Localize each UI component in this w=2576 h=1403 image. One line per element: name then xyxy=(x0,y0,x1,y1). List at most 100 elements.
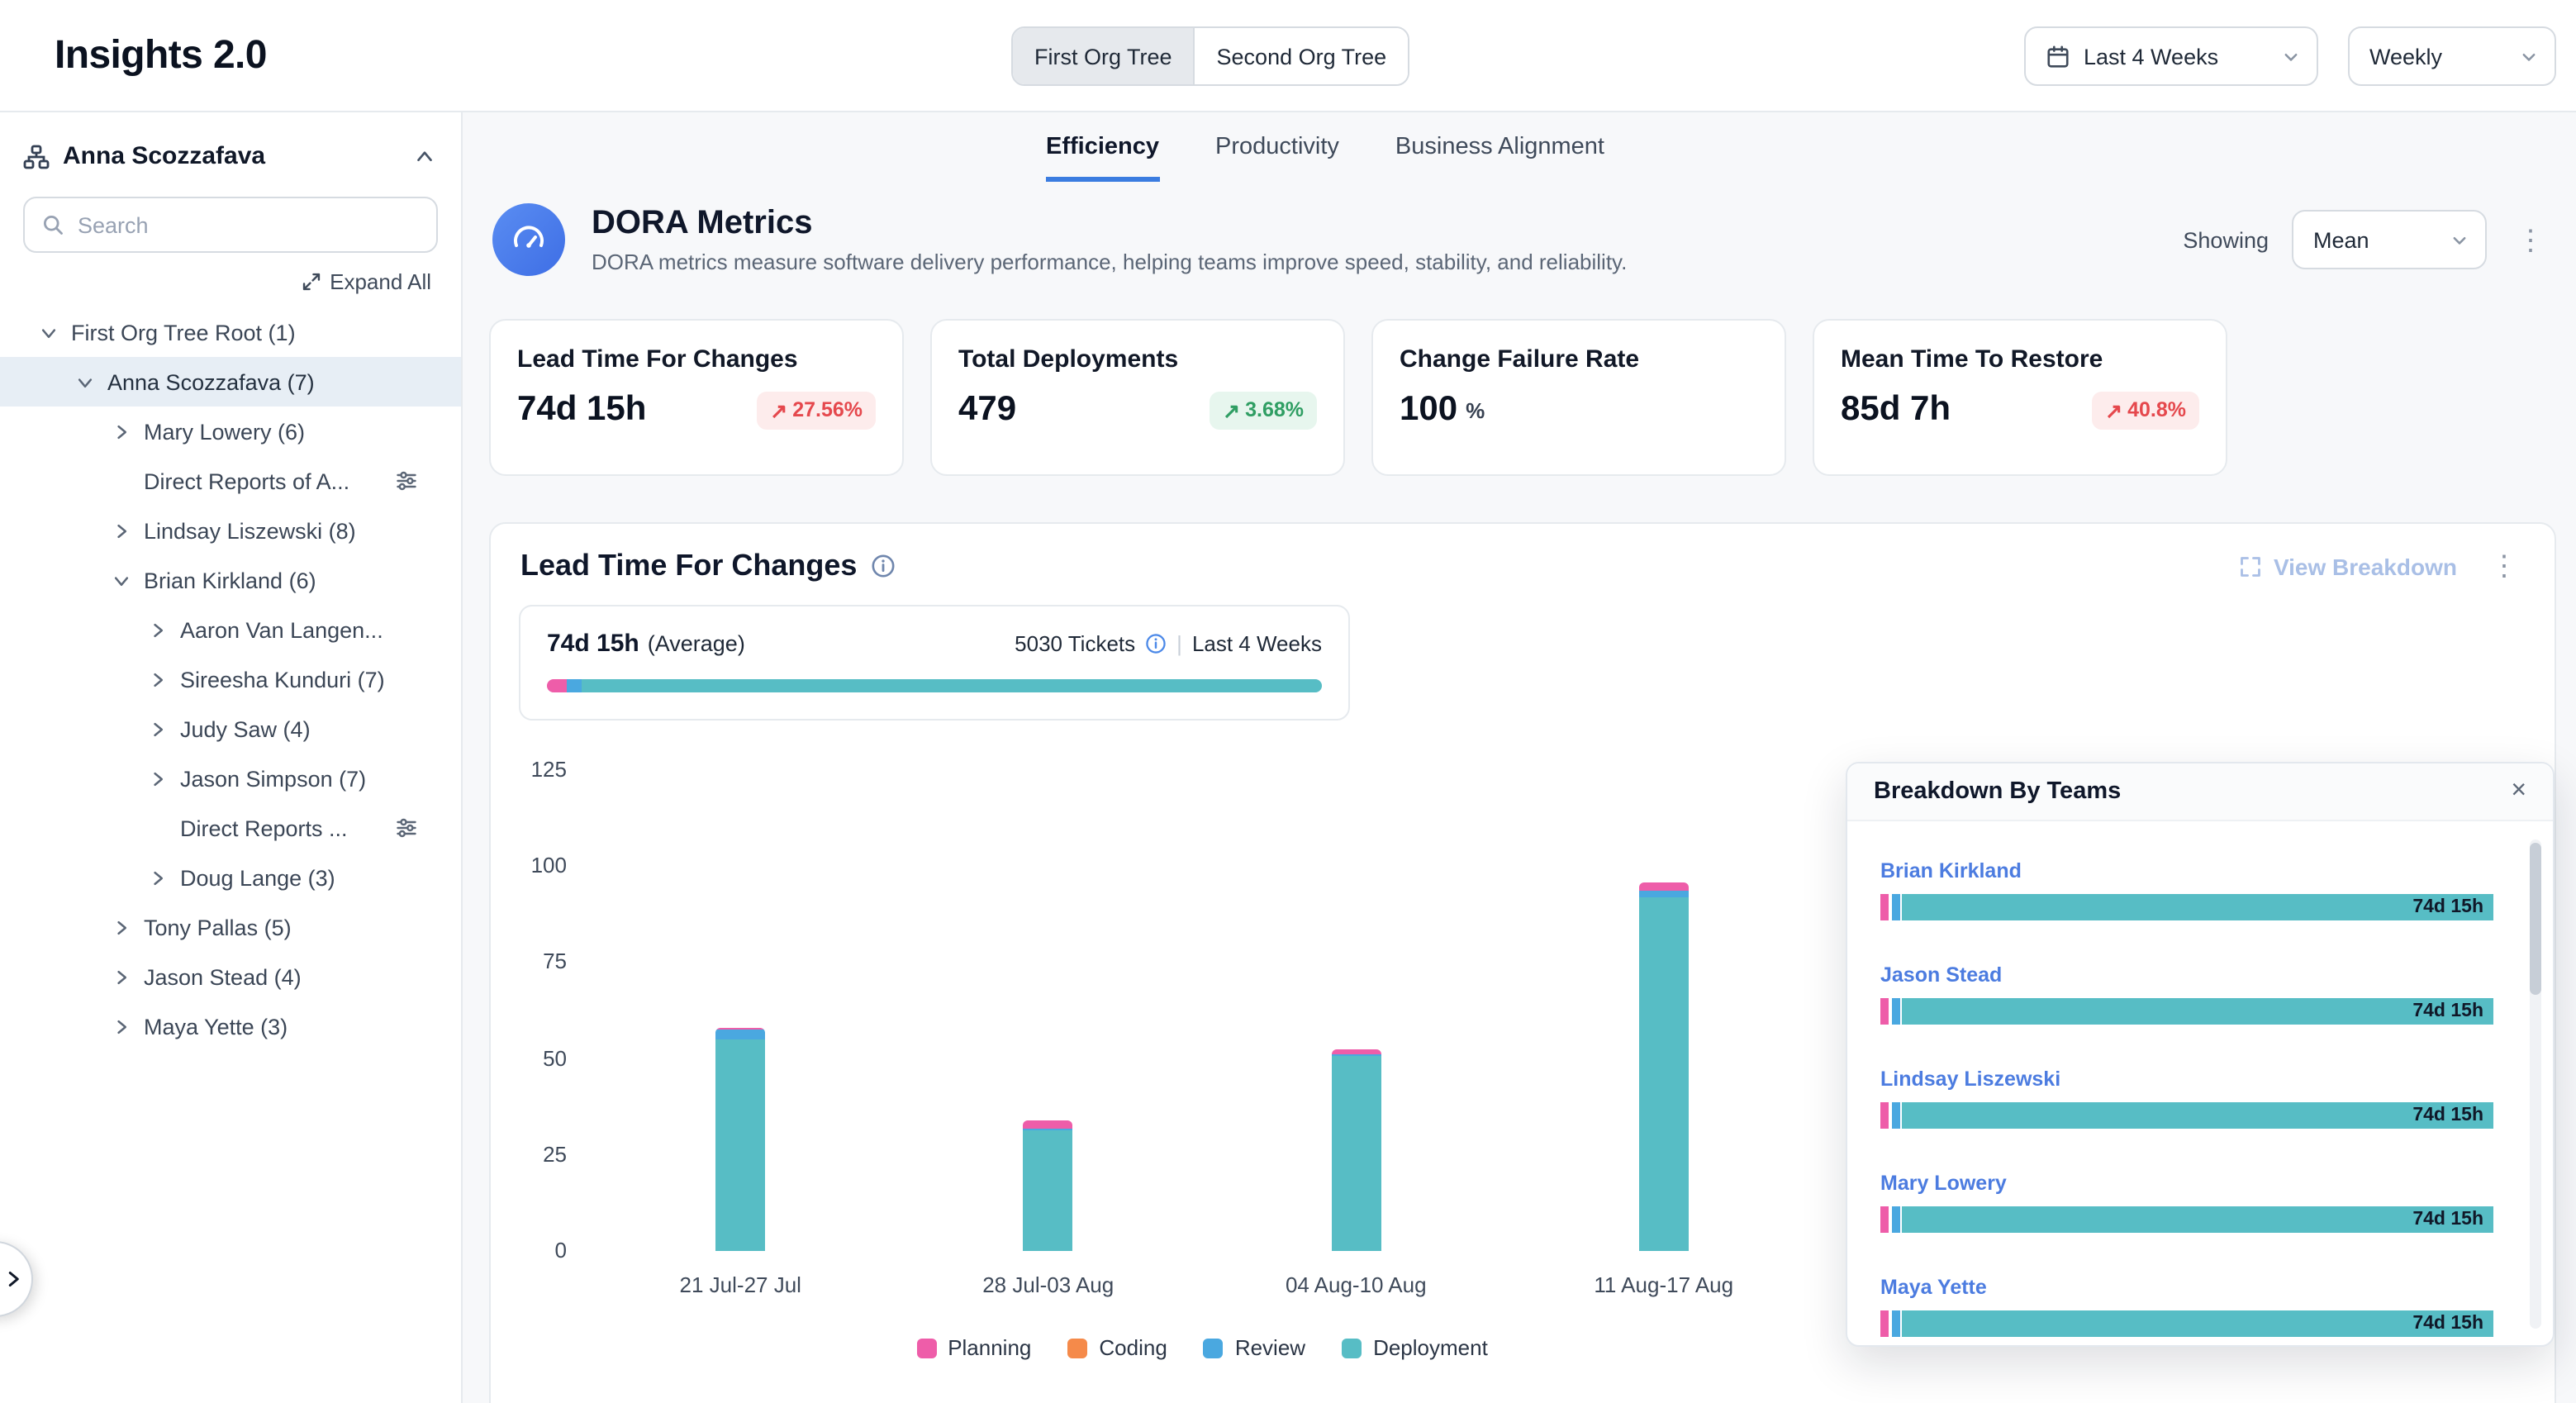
tree-item[interactable]: Jason Stead (4) xyxy=(0,952,461,1001)
team-bar[interactable]: 74d 15h xyxy=(1880,894,2493,920)
tree-item[interactable]: Brian Kirkland (6) xyxy=(0,555,461,605)
team-name-link[interactable]: Jason Stead xyxy=(1880,963,2002,987)
team-name-link[interactable]: Brian Kirkland xyxy=(1880,859,2022,882)
legend-item-planning: Planning xyxy=(916,1335,1031,1360)
trend-badge: ↗40.8% xyxy=(2092,391,2199,429)
lead-time-card: Lead Time For Changes View Breakdown ⋮ xyxy=(489,522,2556,1403)
team-bar-segment-deployment: 74d 15h xyxy=(1902,1310,2493,1337)
chevron-right-icon[interactable] xyxy=(112,918,144,936)
info-icon[interactable] xyxy=(1145,633,1167,654)
bar-04-aug-10-aug[interactable] xyxy=(1331,1049,1381,1251)
tree-item-label: Aaron Van Langen... xyxy=(180,617,383,642)
bar-28-jul-03-aug[interactable] xyxy=(1024,1120,1073,1251)
team-name-link[interactable]: Mary Lowery xyxy=(1880,1172,2007,1195)
date-range-select[interactable]: Last 4 Weeks xyxy=(2024,26,2318,86)
summary-average-value: 74d 15h xyxy=(547,630,639,658)
chevron-right-icon[interactable] xyxy=(112,1017,144,1035)
tree-item[interactable]: Judy Saw (4) xyxy=(0,704,461,754)
tree-item[interactable]: Tony Pallas (5) xyxy=(0,902,461,952)
bar-segment-deployment xyxy=(1639,897,1689,1251)
panel-scrollbar[interactable] xyxy=(2530,839,2541,1329)
team-bar[interactable]: 74d 15h xyxy=(1880,1102,2493,1129)
team-bar[interactable]: 74d 15h xyxy=(1880,1310,2493,1337)
chevron-down-icon[interactable] xyxy=(112,571,144,589)
team-bar[interactable]: 74d 15h xyxy=(1880,998,2493,1025)
tree-item[interactable]: Lindsay Liszewski (8) xyxy=(0,506,461,555)
team-row: Maya Yette 74d 15h xyxy=(1880,1272,2493,1337)
chevron-right-icon[interactable] xyxy=(149,670,180,688)
metric-card-title: Mean Time To Restore xyxy=(1841,345,2199,373)
tree-item[interactable]: Sireesha Kunduri (7) xyxy=(0,654,461,704)
legend-swatch xyxy=(1067,1338,1087,1358)
bar-column xyxy=(1202,770,1510,1251)
chevron-right-icon[interactable] xyxy=(149,769,180,787)
chevron-up-icon[interactable] xyxy=(415,146,435,166)
chevron-right-icon[interactable] xyxy=(149,720,180,738)
team-row: Lindsay Liszewski 74d 15h xyxy=(1880,1064,2493,1129)
metric-card-value-row: 100% xyxy=(1400,390,1758,430)
expand-all-button[interactable]: Expand All xyxy=(30,269,431,294)
org-tree-tab[interactable]: First Org Tree xyxy=(1013,28,1194,84)
bar-21-jul-27-jul[interactable] xyxy=(715,1028,765,1251)
chevron-down-icon[interactable] xyxy=(76,373,107,391)
metric-card-title: Lead Time For Changes xyxy=(517,345,876,373)
summary-segment-planning xyxy=(547,679,567,692)
legend-item-coding: Coding xyxy=(1067,1335,1167,1360)
team-bar[interactable]: 74d 15h xyxy=(1880,1206,2493,1233)
x-axis-label: 11 Aug-17 Aug xyxy=(1510,1272,1818,1297)
metric-value: 85d 7h xyxy=(1841,390,1951,430)
tree-item[interactable]: Direct Reports of A... xyxy=(0,456,461,506)
scrollbar-thumb[interactable] xyxy=(2530,843,2541,995)
legend-label: Deployment xyxy=(1373,1335,1488,1360)
team-bar-segment-planning xyxy=(1880,1206,1889,1233)
sidebar: Anna Scozzafava Expand All First Org Tre… xyxy=(0,112,463,1403)
chevron-right-icon[interactable] xyxy=(112,422,144,440)
filter-icon[interactable] xyxy=(395,469,418,492)
team-name-link[interactable]: Lindsay Liszewski xyxy=(1880,1068,2060,1091)
tree-item-label: Anna Scozzafava (7) xyxy=(107,369,315,394)
chevron-right-icon[interactable] xyxy=(112,521,144,540)
tree-item[interactable]: Maya Yette (3) xyxy=(0,1001,461,1051)
app-window: Insights 2.0 First Org TreeSecond Org Tr… xyxy=(0,0,2576,1403)
info-icon[interactable] xyxy=(870,554,895,578)
chevron-down-icon[interactable] xyxy=(40,323,71,341)
chevron-right-icon[interactable] xyxy=(149,621,180,639)
chevron-right-icon[interactable] xyxy=(112,968,144,986)
close-icon[interactable]: × xyxy=(2511,778,2526,805)
search-input[interactable] xyxy=(78,212,420,237)
bar-11-aug-17-aug[interactable] xyxy=(1639,882,1689,1251)
breakdown-panel-header: Breakdown By Teams × xyxy=(1847,763,2553,821)
trend-delta: 3.68% xyxy=(1245,398,1304,421)
search-icon xyxy=(41,213,64,236)
tab-business-alignment[interactable]: Business Alignment xyxy=(1395,134,1604,182)
aggregation-select[interactable]: Mean xyxy=(2292,210,2487,269)
tree-item[interactable]: Anna Scozzafava (7) xyxy=(0,357,461,407)
tree-item[interactable]: Mary Lowery (6) xyxy=(0,407,461,456)
org-tree-tab[interactable]: Second Org Tree xyxy=(1194,28,1409,84)
view-breakdown-button[interactable]: View Breakdown xyxy=(2239,553,2457,579)
tree-item[interactable]: Jason Simpson (7) xyxy=(0,754,461,803)
chart-y-axis: 0255075100125 xyxy=(514,770,567,1251)
body: Anna Scozzafava Expand All First Org Tre… xyxy=(0,112,2576,1403)
bar-segment-review xyxy=(715,1030,765,1039)
tree-item[interactable]: Aaron Van Langen... xyxy=(0,605,461,654)
filter-icon[interactable] xyxy=(395,816,418,839)
tab-productivity[interactable]: Productivity xyxy=(1215,134,1339,182)
metric-unit: % xyxy=(1466,397,1485,422)
tree-item[interactable]: Direct Reports ... xyxy=(0,803,461,853)
team-bar-value: 74d 15h xyxy=(2412,1001,2483,1021)
tree-item-label: Doug Lange (3) xyxy=(180,865,335,890)
trend-up-icon: ↗ xyxy=(770,397,787,422)
team-name-link[interactable]: Maya Yette xyxy=(1880,1276,1987,1299)
granularity-select[interactable]: Weekly xyxy=(2348,26,2556,86)
legend-item-review: Review xyxy=(1204,1335,1305,1360)
chevron-right-icon[interactable] xyxy=(149,868,180,887)
chart-plot xyxy=(587,770,1818,1251)
tree-item[interactable]: Doug Lange (3) xyxy=(0,853,461,902)
kebab-menu-icon[interactable]: ⋮ xyxy=(2510,226,2551,254)
tree-item-label: Direct Reports of A... xyxy=(144,468,349,493)
kebab-menu-icon[interactable]: ⋮ xyxy=(2483,552,2525,580)
team-row: Brian Kirkland 74d 15h xyxy=(1880,856,2493,920)
tab-efficiency[interactable]: Efficiency xyxy=(1046,134,1159,182)
tree-item[interactable]: First Org Tree Root (1) xyxy=(0,307,461,357)
